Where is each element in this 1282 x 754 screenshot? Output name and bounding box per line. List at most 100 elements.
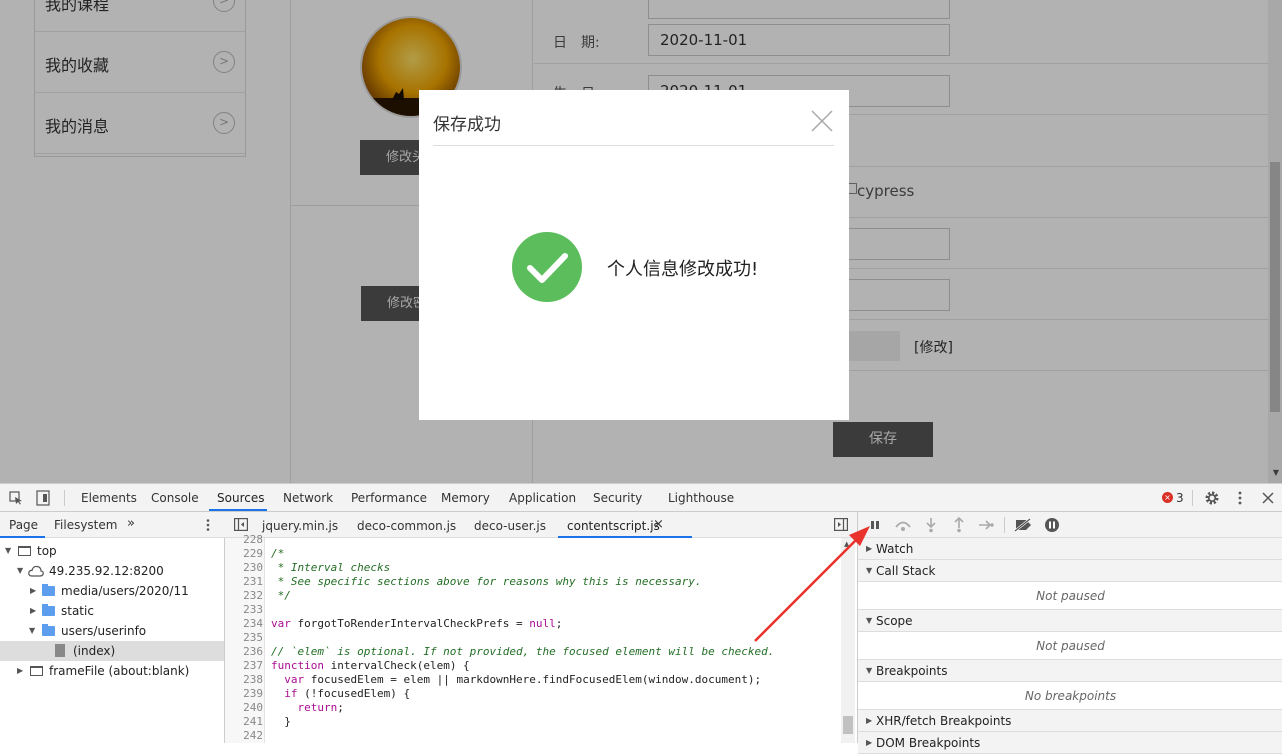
device-toolbar-icon[interactable] — [35, 490, 51, 506]
file-icon — [55, 644, 65, 657]
inspect-element-icon[interactable] — [9, 491, 23, 505]
line-number[interactable]: 228 — [225, 533, 263, 546]
tree-item-folder[interactable]: ▶ static — [0, 601, 224, 621]
call-stack-section-header[interactable]: ▼ Call Stack — [858, 560, 1282, 582]
line-number[interactable]: 230 — [225, 561, 263, 574]
editor-scrollbar[interactable]: ▲ — [841, 538, 855, 743]
tree-item-top[interactable]: ▼ top — [0, 541, 224, 561]
gear-icon[interactable] — [1204, 490, 1220, 506]
close-icon[interactable] — [810, 109, 834, 133]
section-title: Call Stack — [876, 564, 936, 578]
dialog-title: 保存成功 — [433, 115, 501, 135]
tree-item-folder[interactable]: ▶ media/users/2020/11 — [0, 581, 224, 601]
code-line: */ — [271, 589, 291, 602]
deactivate-breakpoints-icon[interactable] — [1013, 518, 1033, 532]
tab-elements[interactable]: Elements — [81, 491, 137, 505]
code-line: // `elem` is optional. If not provided, … — [271, 645, 775, 658]
line-number[interactable]: 241 — [225, 715, 263, 728]
tab-network[interactable]: Network — [283, 491, 333, 505]
code-line: var forgotToRenderIntervalCheckPrefs = n… — [271, 617, 562, 630]
tab-filesystem[interactable]: Filesystem — [54, 518, 117, 532]
tab-performance[interactable]: Performance — [351, 491, 427, 505]
code-line: * See specific sections above for reason… — [271, 575, 702, 588]
tree-item-label: static — [61, 604, 94, 618]
toolbar-separator — [1192, 490, 1193, 506]
file-tab[interactable]: jquery.min.js — [262, 519, 338, 533]
devtools-toolbar: Elements Console Sources Network Perform… — [0, 484, 1282, 512]
toggle-debugger-icon[interactable] — [834, 518, 848, 531]
pause-on-exceptions-icon[interactable] — [1044, 517, 1060, 533]
line-number[interactable]: 239 — [225, 687, 263, 700]
xhr-breakpoints-section-header[interactable]: ▶ XHR/fetch Breakpoints — [858, 710, 1282, 732]
tab-console[interactable]: Console — [151, 491, 199, 505]
line-number[interactable]: 229 — [225, 547, 263, 560]
section-title: Scope — [876, 614, 913, 628]
folder-icon — [42, 584, 55, 596]
collapsed-triangle-icon: ▶ — [866, 738, 873, 747]
line-number[interactable]: 236 — [225, 645, 263, 658]
scope-section-header[interactable]: ▼ Scope — [858, 610, 1282, 632]
expanded-triangle-icon: ▼ — [29, 626, 36, 635]
section-title: Watch — [876, 542, 914, 556]
tree-item-folder[interactable]: ▼ users/userinfo — [0, 621, 224, 641]
more-tabs-icon[interactable]: » — [127, 516, 135, 531]
tree-item-label: users/userinfo — [61, 624, 147, 638]
call-stack-status: Not paused — [858, 582, 1282, 610]
line-number[interactable]: 238 — [225, 673, 263, 686]
collapsed-triangle-icon: ▶ — [30, 586, 37, 595]
collapsed-triangle-icon: ▶ — [866, 716, 873, 725]
tree-item-label: media/users/2020/11 — [61, 584, 189, 598]
line-number[interactable]: 233 — [225, 603, 263, 616]
breakpoints-status: No breakpoints — [858, 682, 1282, 710]
line-number[interactable]: 234 — [225, 617, 263, 630]
line-number[interactable]: 240 — [225, 701, 263, 714]
tree-item-origin[interactable]: ▼ 49.235.92.12:8200 — [0, 561, 224, 581]
code-text: focusedElem = elem || markdownHere.findF… — [304, 673, 762, 686]
line-number[interactable]: 231 — [225, 575, 263, 588]
step-icon[interactable] — [978, 519, 994, 531]
step-out-icon[interactable] — [953, 517, 965, 533]
tab-memory[interactable]: Memory — [441, 491, 490, 505]
file-navigator: Page Filesystem » ▼ top ▼ 49.235.92.12:8… — [0, 512, 225, 743]
file-tab[interactable]: deco-common.js — [357, 519, 456, 533]
debugger-toolbar — [858, 512, 1282, 538]
scroll-up-icon[interactable]: ▲ — [844, 540, 849, 548]
tab-lighthouse[interactable]: Lighthouse — [668, 491, 734, 505]
error-icon[interactable]: × — [1162, 492, 1173, 503]
close-tab-icon[interactable]: × — [653, 517, 664, 532]
toolbar-separator — [1004, 517, 1005, 533]
breakpoints-section-header[interactable]: ▼ Breakpoints — [858, 660, 1282, 682]
tab-security[interactable]: Security — [593, 491, 642, 505]
tab-application[interactable]: Application — [509, 491, 576, 505]
collapsed-triangle-icon: ▶ — [17, 666, 24, 675]
toolbar-separator — [64, 490, 65, 506]
line-number[interactable]: 242 — [225, 729, 263, 742]
tab-sources[interactable]: Sources — [217, 491, 264, 505]
toggle-navigator-icon[interactable] — [234, 518, 248, 531]
active-tab-indicator — [558, 536, 692, 538]
dialog-message: 个人信息修改成功! — [607, 259, 759, 280]
more-options-icon[interactable] — [1237, 490, 1243, 506]
dom-breakpoints-section-header[interactable]: ▶ DOM Breakpoints — [858, 732, 1282, 754]
pause-icon[interactable] — [869, 519, 881, 531]
code-text: ; — [337, 701, 344, 714]
step-into-icon[interactable] — [925, 517, 937, 533]
line-number[interactable]: 232 — [225, 589, 263, 602]
code-keyword: function — [271, 659, 324, 672]
tab-page[interactable]: Page — [9, 518, 38, 532]
step-over-icon[interactable] — [894, 518, 912, 532]
code-line: function intervalCheck(elem) { — [271, 659, 470, 672]
error-count[interactable]: 3 — [1176, 491, 1184, 505]
watch-section-header[interactable]: ▶ Watch — [858, 538, 1282, 560]
tree-item-frame[interactable]: ▶ frameFile (about:blank) — [0, 661, 224, 681]
tree-item-file[interactable]: (index) — [0, 641, 224, 661]
more-options-icon[interactable] — [205, 518, 211, 532]
file-tab[interactable]: deco-user.js — [474, 519, 546, 533]
line-number[interactable]: 237 — [225, 659, 263, 672]
file-tab-active[interactable]: contentscript.js — [567, 519, 660, 533]
close-devtools-icon[interactable] — [1262, 492, 1274, 504]
line-number[interactable]: 235 — [225, 631, 263, 644]
editor-scrollbar-thumb[interactable] — [843, 716, 853, 734]
cloud-icon — [28, 565, 44, 577]
tree-item-label: top — [37, 544, 57, 558]
